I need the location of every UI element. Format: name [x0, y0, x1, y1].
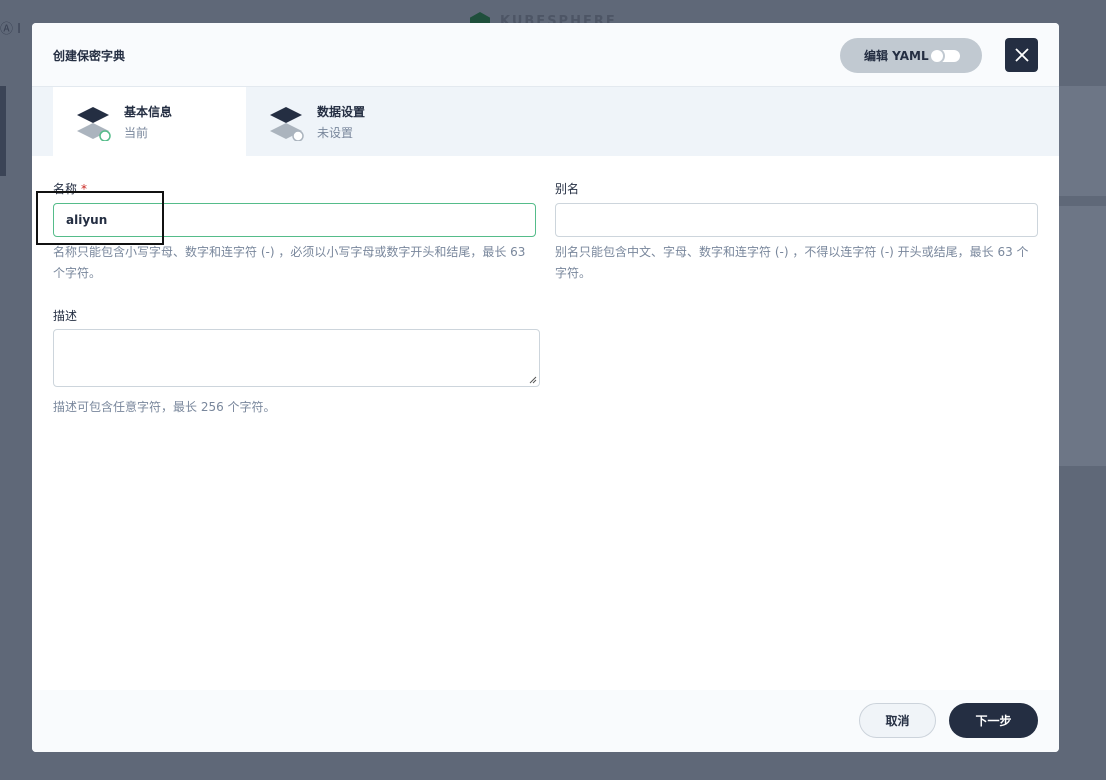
name-hint: 名称只能包含小写字母、数字和连字符 (-) ，必须以小写字母或数字开头和结尾，最… [53, 245, 526, 280]
alias-input[interactable] [555, 203, 1038, 237]
next-step-button[interactable]: 下一步 [949, 703, 1038, 738]
background-panel [1059, 206, 1106, 466]
resize-grip-icon[interactable] [529, 376, 537, 384]
modal-title: 创建保密字典 [53, 49, 126, 63]
cancel-button[interactable]: 取消 [859, 703, 936, 738]
step-title: 基本信息 [124, 105, 173, 119]
background-topleft-text: Ⓐ I [0, 22, 21, 37]
name-input[interactable]: aliyun [53, 203, 536, 237]
step-status: 未设置 [317, 126, 354, 140]
name-input-value: aliyun [66, 213, 108, 227]
create-secret-modal: 创建保密字典 编辑 YAML 基本信息 当前 数据设置 未设置 名称 * ali… [32, 23, 1059, 752]
background-sidebar-marker [0, 86, 6, 176]
description-hint: 描述可包含任意字符，最长 256 个字符。 [53, 400, 276, 414]
description-textarea[interactable] [53, 329, 540, 387]
edit-yaml-toggle-button[interactable]: 编辑 YAML [840, 38, 982, 73]
modal-footer: 取消 下一步 [32, 690, 1059, 752]
step-data-settings[interactable]: 数据设置 未设置 [246, 87, 439, 156]
name-label-text: 名称 [53, 182, 78, 196]
step-basic-info[interactable]: 基本信息 当前 [53, 87, 246, 156]
layers-icon [270, 107, 304, 141]
background-panel [1059, 86, 1106, 196]
close-button[interactable] [1005, 38, 1038, 72]
name-label: 名称 * [53, 180, 87, 197]
layers-icon [77, 107, 111, 141]
toggle-knob [929, 48, 945, 64]
toggle-switch-icon [929, 48, 960, 64]
alias-label: 别名 [555, 182, 580, 196]
step-title: 数据设置 [317, 105, 366, 119]
basic-info-form: 名称 * aliyun 名称只能包含小写字母、数字和连字符 (-) ，必须以小写字… [32, 156, 1059, 716]
description-label: 描述 [53, 309, 78, 323]
required-mark: * [81, 182, 88, 196]
edit-yaml-label: 编辑 YAML [864, 49, 929, 63]
modal-header: 创建保密字典 编辑 YAML [32, 23, 1059, 87]
step-status: 当前 [124, 126, 149, 140]
alias-hint: 别名只能包含中文、字母、数字和连字符 (-) ，不得以连字符 (-) 开头或结尾… [555, 245, 1029, 280]
close-icon [1014, 48, 1029, 62]
steps-bar: 基本信息 当前 数据设置 未设置 [32, 87, 1059, 156]
